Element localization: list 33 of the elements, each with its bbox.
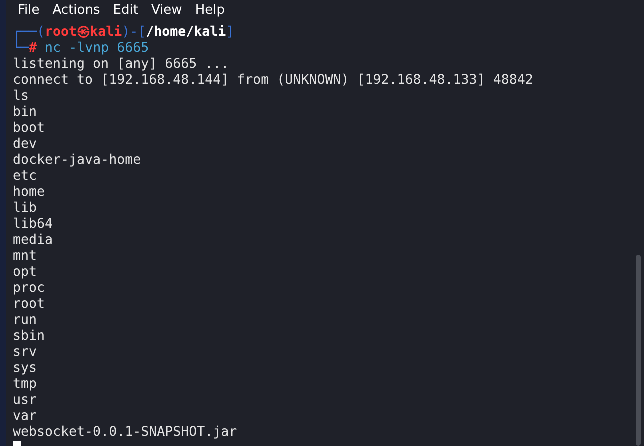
terminal-line: proc (13, 281, 46, 297)
scrollbar[interactable] (636, 255, 641, 446)
terminal-line: opt (13, 265, 38, 281)
terminal-line: srv (13, 345, 38, 361)
terminal-line: lib64 (13, 217, 54, 233)
menu-item[interactable]: File (18, 2, 40, 18)
terminal-line: etc (13, 169, 38, 185)
menu-item[interactable]: Edit (113, 2, 138, 18)
terminal-line: media (13, 233, 54, 249)
terminal-line: docker-java-home (13, 153, 142, 169)
terminal-line: bin (13, 105, 38, 121)
terminal-line: boot (13, 121, 46, 137)
terminal-line: usr (13, 393, 38, 409)
terminal-line: run (13, 313, 38, 329)
terminal-line: sbin (13, 329, 46, 345)
terminal-line: websocket-0.0.1-SNAPSHOT.jar (13, 425, 238, 441)
terminal-line: mnt (13, 249, 38, 265)
terminal-line: connect to [192.168.48.144] from (UNKNOWN) [192.168.48.133] 48842 (13, 73, 534, 89)
terminal-line: root (13, 297, 46, 313)
command-line: └─# nc -lvnp 6665 (13, 41, 150, 57)
terminal-line: dev (13, 137, 38, 153)
menu-item[interactable]: View (151, 2, 182, 18)
terminal-line: home (13, 185, 46, 201)
terminal-line: var (13, 409, 38, 425)
terminal-line: tmp (13, 377, 38, 393)
cursor-icon (13, 441, 21, 446)
prompt-line: ┌──(root㉿kali)-[/home/kali] (13, 25, 234, 40)
menu-item[interactable]: Help (195, 2, 225, 18)
terminal-line: sys (13, 361, 38, 377)
terminal-line: lib (13, 201, 38, 217)
terminal-line: listening on [any] 6665 ... (13, 57, 230, 73)
menu-item[interactable]: Actions (52, 2, 100, 18)
terminal-line: ls (13, 89, 30, 105)
